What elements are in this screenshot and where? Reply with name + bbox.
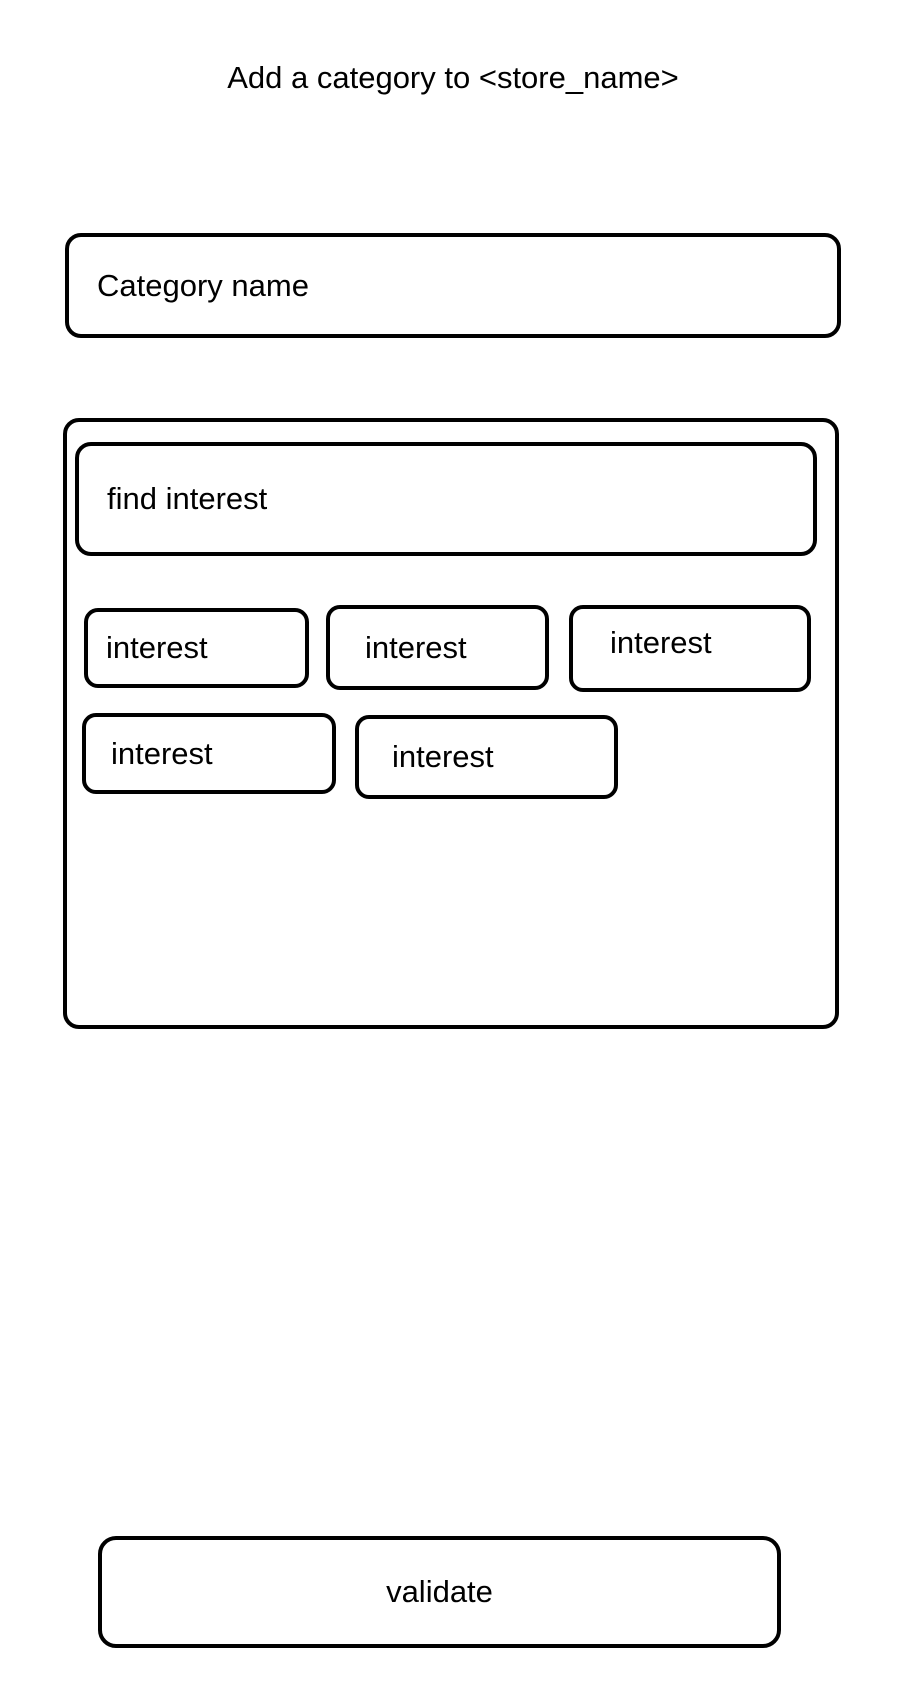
interest-chip[interactable]: interest <box>569 605 811 692</box>
page-title: Add a category to <store_name> <box>227 60 679 95</box>
interest-chip-label: interest <box>392 739 494 774</box>
category-name-placeholder: Category name <box>97 267 309 303</box>
validate-button-label: validate <box>386 1574 493 1609</box>
interest-search-placeholder: find interest <box>107 481 268 516</box>
interest-chip[interactable]: interest <box>84 608 309 688</box>
interest-search-input[interactable]: find interest <box>75 442 817 556</box>
interest-chip-label: interest <box>106 630 208 665</box>
category-name-input[interactable]: Category name <box>65 233 841 338</box>
interest-chip-label: interest <box>365 629 467 665</box>
interest-chip[interactable]: interest <box>355 715 618 799</box>
interest-chip[interactable]: interest <box>326 605 549 690</box>
interest-chip-label: interest <box>111 735 213 771</box>
interest-chip-label: interest <box>610 625 712 660</box>
validate-button[interactable]: validate <box>98 1536 781 1648</box>
interest-chip[interactable]: interest <box>82 713 336 794</box>
